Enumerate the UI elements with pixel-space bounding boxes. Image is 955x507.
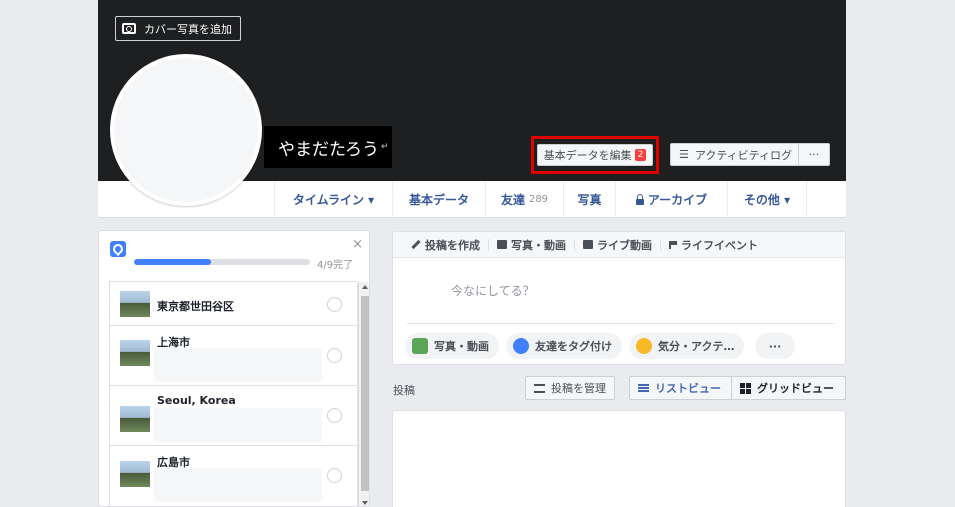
more-label: ··· bbox=[768, 339, 782, 353]
composer-tab-create-post[interactable]: 投稿を作成 bbox=[403, 238, 489, 252]
cover-photo: カバー写真を追加 やまだたろう ↵ 基本データを編集 2 ☰ アクティビティログ… bbox=[98, 0, 846, 206]
place-detail-field[interactable] bbox=[154, 348, 322, 382]
scroll-down-icon[interactable] bbox=[362, 501, 368, 505]
composer-tab-label: ライフイベント bbox=[681, 238, 758, 252]
place-thumbnail bbox=[120, 340, 150, 366]
activity-log-label: アクティビティログ bbox=[694, 148, 793, 162]
tag-people-icon bbox=[513, 338, 529, 354]
grid-view-label: グリッドビュー bbox=[757, 382, 834, 395]
tab-about[interactable]: 基本データ bbox=[392, 181, 485, 218]
list-view-button[interactable]: リストビュー bbox=[629, 376, 732, 400]
action-label: 気分・アクテ… bbox=[658, 340, 735, 353]
close-icon[interactable]: × bbox=[352, 237, 363, 252]
friend-count: 289 bbox=[528, 194, 549, 205]
progress-bar bbox=[134, 259, 310, 265]
tab-friends[interactable]: 友達 289 bbox=[485, 181, 563, 218]
manage-posts-label: 投稿を管理 bbox=[551, 382, 606, 395]
activity-log-button[interactable]: ☰ アクティビティログ bbox=[670, 143, 802, 166]
action-label: 写真・動画 bbox=[434, 340, 489, 353]
notification-badge: 2 bbox=[634, 149, 647, 161]
list-item[interactable]: Seoul, Korea bbox=[110, 386, 358, 446]
place-radio[interactable] bbox=[327, 408, 342, 423]
place-detail-field[interactable] bbox=[154, 468, 322, 502]
profile-picture[interactable] bbox=[110, 54, 262, 206]
list-view-icon bbox=[638, 384, 649, 392]
list-item[interactable]: 東京都世田谷区 bbox=[110, 282, 358, 326]
progress-text: 4/9完了 bbox=[317, 260, 354, 271]
list-view-label: リストビュー bbox=[655, 382, 721, 395]
list-item[interactable]: 上海市 bbox=[110, 326, 358, 386]
list-icon: ☰ bbox=[679, 148, 689, 161]
edit-profile-label: 基本データを編集 bbox=[543, 149, 632, 162]
composer-tab-photo-video[interactable]: 写真・動画 bbox=[489, 238, 575, 252]
places-list: 東京都世田谷区 上海市 Seoul, Korea 広島市 bbox=[109, 281, 369, 506]
composer-tab-label: ライブ動画 bbox=[597, 238, 652, 252]
post-composer: 投稿を作成 写真・動画 ライブ動画 ライフイベント 今なにしてる？ 写真・動画 … bbox=[392, 231, 846, 365]
more-actions-button[interactable]: ··· bbox=[755, 333, 795, 359]
video-icon bbox=[583, 240, 593, 249]
camera-icon bbox=[122, 23, 136, 34]
tab-label: タイムライン ▾ bbox=[292, 193, 375, 207]
composer-tab-life-event[interactable]: ライフイベント bbox=[661, 238, 766, 252]
place-thumbnail bbox=[120, 291, 150, 317]
tab-label: 基本データ bbox=[408, 193, 469, 207]
add-cover-label: カバー写真を追加 bbox=[144, 22, 232, 36]
camera-icon bbox=[497, 240, 507, 249]
place-thumbnail bbox=[120, 461, 150, 487]
tab-archive[interactable]: アーカイブ bbox=[615, 181, 727, 218]
profile-name[interactable]: やまだたろう ↵ bbox=[264, 126, 392, 168]
feeling-activity-button[interactable]: 気分・アクテ… bbox=[629, 333, 745, 359]
scroll-thumb[interactable] bbox=[361, 296, 369, 491]
tab-more[interactable]: その他 ▾ bbox=[727, 181, 807, 218]
composer-tabs: 投稿を作成 写真・動画 ライブ動画 ライフイベント bbox=[393, 232, 845, 258]
grid-view-button[interactable]: グリッドビュー bbox=[732, 376, 846, 400]
place-label: 東京都世田谷区 bbox=[157, 300, 234, 313]
tab-timeline[interactable]: タイムライン ▾ bbox=[274, 181, 392, 218]
composer-tab-label: 写真・動画 bbox=[511, 238, 566, 252]
photo-video-button[interactable]: 写真・動画 bbox=[405, 333, 499, 359]
posts-section-label: 投稿 bbox=[393, 384, 415, 397]
grid-view-icon bbox=[740, 382, 751, 394]
tab-label: アーカイブ bbox=[647, 193, 708, 207]
place-radio[interactable] bbox=[327, 468, 342, 483]
composer-tab-label: 投稿を作成 bbox=[425, 238, 480, 252]
scroll-up-icon[interactable] bbox=[362, 285, 368, 289]
divider bbox=[407, 323, 835, 324]
photo-icon bbox=[412, 338, 428, 354]
status-input[interactable]: 今なにしてる？ bbox=[451, 282, 535, 299]
profile-name-text: やまだたろう bbox=[278, 139, 379, 160]
place-detail-field[interactable] bbox=[154, 408, 322, 442]
places-lived-panel: × 4/9完了 東京都世田谷区 上海市 Seoul, Korea 広島市 bbox=[98, 230, 370, 507]
composer-tab-live-video[interactable]: ライブ動画 bbox=[575, 238, 661, 252]
place-radio[interactable] bbox=[327, 297, 342, 312]
progress-fill bbox=[134, 259, 212, 265]
posts-feed bbox=[392, 410, 846, 507]
pencil-icon bbox=[411, 239, 421, 250]
tab-label: その他 ▾ bbox=[743, 193, 791, 207]
list-item[interactable]: 広島市 bbox=[110, 446, 358, 506]
more-options-button[interactable]: ··· bbox=[798, 143, 830, 166]
add-cover-photo-button[interactable]: カバー写真を追加 bbox=[115, 16, 241, 41]
smiley-icon bbox=[636, 338, 652, 354]
tab-label: 友達 bbox=[500, 193, 525, 207]
manage-icon bbox=[534, 383, 545, 393]
flag-icon bbox=[669, 240, 677, 249]
place-radio[interactable] bbox=[327, 348, 342, 363]
scrollbar[interactable] bbox=[358, 282, 369, 506]
tab-label: 写真 bbox=[577, 193, 602, 207]
location-pin-icon bbox=[110, 241, 126, 257]
manage-posts-button[interactable]: 投稿を管理 bbox=[525, 376, 615, 400]
place-label: Seoul, Korea bbox=[157, 394, 236, 407]
highlight-box: 基本データを編集 2 bbox=[531, 136, 659, 174]
lock-icon bbox=[635, 193, 644, 205]
tag-friends-button[interactable]: 友達をタグ付け bbox=[506, 333, 622, 359]
edit-profile-button[interactable]: 基本データを編集 2 bbox=[536, 144, 654, 166]
return-mark: ↵ bbox=[380, 142, 389, 152]
action-label: 友達をタグ付け bbox=[535, 340, 612, 353]
place-thumbnail bbox=[120, 406, 150, 432]
tab-photos[interactable]: 写真 bbox=[563, 181, 615, 218]
